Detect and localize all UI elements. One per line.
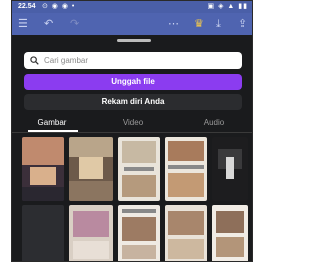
editor-toolbar: ☰ ↶ ↷ ⋯ ♛ ⤓ ⇪	[12, 13, 252, 35]
menu-icon[interactable]: ☰	[18, 17, 28, 31]
image-thumbnail[interactable]	[22, 137, 64, 201]
image-thumbnail[interactable]	[118, 137, 160, 201]
image-thumbnail[interactable]	[118, 205, 160, 261]
tab-audio[interactable]: Audio	[174, 115, 252, 131]
media-tabs: Gambar Video Audio	[12, 115, 252, 133]
image-grid	[22, 137, 248, 261]
system-status-icons: ▣ ◈ ▲ ▮▮	[207, 3, 248, 10]
phone-screen: 22.54 ⊙ ◉ ◉ • ▣ ◈ ▲ ▮▮ ☰ ↶ ↷ ⋯ ♛ ⤓ ⇪ Ung…	[11, 0, 253, 262]
upload-file-button[interactable]: Unggah file	[24, 74, 242, 90]
tabs-divider	[12, 132, 252, 133]
tab-video[interactable]: Video	[93, 115, 173, 131]
image-thumbnail[interactable]	[165, 137, 207, 201]
search-input[interactable]	[44, 52, 234, 69]
drag-handle[interactable]	[117, 39, 151, 42]
notification-icons: ⊙ ◉ ◉ •	[42, 3, 76, 10]
redo-icon[interactable]: ↷	[70, 17, 79, 31]
image-thumbnail[interactable]	[69, 205, 113, 261]
image-thumbnail[interactable]	[212, 205, 248, 261]
image-thumbnail[interactable]	[69, 137, 113, 201]
status-bar: 22.54 ⊙ ◉ ◉ • ▣ ◈ ▲ ▮▮	[12, 1, 252, 13]
screenshot-frame: 22.54 ⊙ ◉ ◉ • ▣ ◈ ▲ ▮▮ ☰ ↶ ↷ ⋯ ♛ ⤓ ⇪ Ung…	[0, 0, 261, 268]
search-icon	[30, 56, 39, 65]
share-icon[interactable]: ⇪	[238, 17, 247, 31]
image-thumbnail[interactable]	[212, 137, 248, 201]
image-thumbnail[interactable]	[165, 205, 207, 261]
image-thumbnail[interactable]	[22, 205, 64, 261]
tab-gambar[interactable]: Gambar	[12, 115, 92, 131]
uploads-panel: Unggah file Rekam diri Anda Gambar Video…	[12, 35, 252, 261]
more-icon[interactable]: ⋯	[168, 17, 179, 31]
search-bar[interactable]	[24, 52, 242, 69]
status-time: 22.54	[18, 3, 36, 10]
download-icon[interactable]: ⤓	[216, 17, 221, 31]
record-yourself-button[interactable]: Rekam diri Anda	[24, 94, 242, 110]
crown-icon[interactable]: ♛	[194, 17, 204, 31]
undo-icon[interactable]: ↶	[44, 17, 53, 31]
